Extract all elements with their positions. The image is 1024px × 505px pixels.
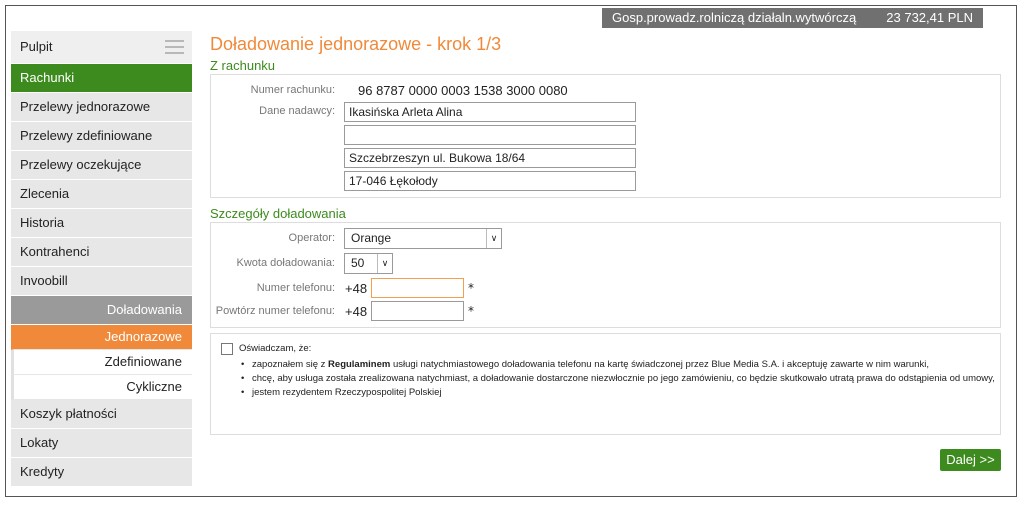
list-item: chcę, aby usługa została zrealizowana na… bbox=[239, 372, 999, 385]
sender-label: Dane nadawcy: bbox=[259, 105, 335, 117]
account-balance: 23 732,41 PLN bbox=[886, 10, 973, 25]
chevron-down-icon[interactable]: ∨ bbox=[486, 229, 501, 248]
sidebar-subitem-cykliczne[interactable]: Cykliczne bbox=[11, 375, 192, 400]
declaration-text: usługi natychmiastowego doładowania tele… bbox=[390, 359, 929, 370]
operator-select[interactable]: Orange ∨ bbox=[344, 228, 502, 249]
operator-selected-value: Orange bbox=[351, 231, 392, 245]
sidebar-item-lokaty[interactable]: Lokaty bbox=[11, 429, 192, 457]
declaration-text: zapoznałem się z bbox=[252, 359, 329, 370]
list-item: zapoznałem się z Regulaminem usługi naty… bbox=[239, 358, 999, 371]
sidebar-item-kontrahenci[interactable]: Kontrahenci bbox=[11, 238, 192, 266]
sidebar-item-rachunki[interactable]: Rachunki bbox=[11, 64, 192, 92]
declaration-checkbox[interactable] bbox=[221, 343, 233, 355]
sidebar-item-kredyty[interactable]: Kredyty bbox=[11, 458, 192, 486]
account-selector[interactable]: Gosp.prowadz.rolniczą działaln.wytwórczą… bbox=[602, 8, 983, 28]
sidebar: Pulpit Rachunki Przelewy jednorazowe Prz… bbox=[11, 31, 192, 487]
phone-repeat-input[interactable] bbox=[371, 301, 464, 321]
section-heading-topup: Szczegóły doładowania bbox=[210, 206, 346, 221]
phone-repeat-label: Powtórz numer telefonu: bbox=[215, 305, 335, 317]
account-number-label: Numer rachunku: bbox=[250, 84, 335, 96]
sidebar-item-label: Pulpit bbox=[20, 39, 53, 54]
phone-prefix: +48 bbox=[345, 281, 368, 296]
phone-repeat-prefix: +48 bbox=[345, 304, 368, 319]
sidebar-item-przelewy-jednorazowe[interactable]: Przelewy jednorazowe bbox=[11, 93, 192, 121]
sender-line4-field[interactable] bbox=[344, 171, 636, 191]
sidebar-item-invoobill[interactable]: Invoobill bbox=[11, 267, 192, 295]
sidebar-item-przelewy-zdefiniowane[interactable]: Przelewy zdefiniowane bbox=[11, 122, 192, 150]
sidebar-item-historia[interactable]: Historia bbox=[11, 209, 192, 237]
list-item: jestem rezydentem Rzeczypospolitej Polsk… bbox=[239, 386, 999, 399]
sidebar-item-doladowania[interactable]: Doładowania bbox=[11, 296, 192, 324]
sidebar-subitem-zdefiniowane[interactable]: Zdefiniowane bbox=[11, 350, 192, 375]
sidebar-item-przelewy-oczekujace[interactable]: Przelewy oczekujące bbox=[11, 151, 192, 179]
sidebar-item-zlecenia[interactable]: Zlecenia bbox=[11, 180, 192, 208]
declaration-intro: Oświadczam, że: bbox=[239, 343, 312, 354]
phone-label: Numer telefonu: bbox=[256, 282, 335, 294]
amount-selected-value: 50 bbox=[351, 256, 365, 270]
sidebar-item-koszyk-platnosci[interactable]: Koszyk płatności bbox=[11, 400, 192, 428]
phone-number-input[interactable] bbox=[371, 278, 464, 298]
declaration-box: Oświadczam, że: zapoznałem się z Regulam… bbox=[210, 333, 1001, 435]
account-name: Gosp.prowadz.rolniczą działaln.wytwórczą bbox=[612, 10, 857, 25]
account-number-value: 96 8787 0000 0003 1538 3000 0080 bbox=[358, 83, 568, 98]
sidebar-subitem-jednorazowe[interactable]: Jednorazowe bbox=[11, 325, 192, 350]
sidebar-item-pulpit[interactable]: Pulpit bbox=[11, 31, 192, 63]
section-heading-from-account: Z rachunku bbox=[210, 58, 276, 73]
sender-line1-field[interactable] bbox=[344, 102, 636, 122]
regulations-link[interactable]: Regulaminem bbox=[328, 359, 390, 370]
sender-line3-field[interactable] bbox=[344, 148, 636, 168]
next-button[interactable]: Dalej >> bbox=[940, 449, 1001, 471]
menu-icon[interactable] bbox=[165, 40, 184, 58]
page-title: Doładowanie jednorazowe - krok 1/3 bbox=[210, 34, 502, 54]
declaration-list: zapoznałem się z Regulaminem usługi naty… bbox=[239, 358, 999, 400]
required-mark: * bbox=[468, 281, 474, 295]
operator-label: Operator: bbox=[288, 232, 335, 244]
amount-select[interactable]: 50 ∨ bbox=[344, 253, 393, 274]
required-mark: * bbox=[468, 304, 474, 318]
sender-line2-field[interactable] bbox=[344, 125, 636, 145]
amount-label: Kwota doładowania: bbox=[236, 257, 335, 269]
chevron-down-icon[interactable]: ∨ bbox=[377, 254, 392, 273]
